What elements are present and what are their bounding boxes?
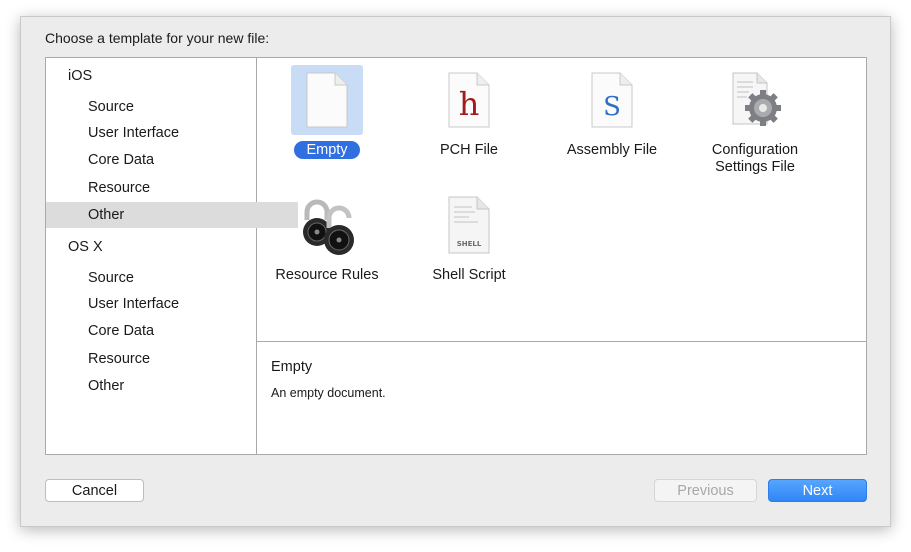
template-panel: iOS Source User Interface Core Data Reso… (45, 57, 867, 455)
sidebar-header-ios[interactable]: iOS (46, 63, 278, 89)
previous-button[interactable]: Previous (654, 479, 757, 502)
description-title: Empty (271, 359, 313, 375)
template-label: Configuration Settings File (685, 142, 825, 176)
empty-document-icon (306, 72, 348, 128)
pch-file-icon: h (448, 72, 490, 128)
template-label: Empty (257, 141, 397, 159)
padlocks-icon (303, 199, 354, 255)
template-icon-container (291, 190, 363, 260)
template-configuration-settings-file[interactable]: Configuration Settings File (685, 58, 825, 182)
template-label-text: Assembly File (566, 142, 658, 158)
template-label-text: Configuration Settings File (711, 142, 799, 175)
template-empty[interactable]: Empty (257, 58, 397, 182)
template-label: Shell Script (399, 267, 539, 284)
template-label: Resource Rules (257, 267, 397, 284)
template-icon-container: S (576, 65, 648, 135)
template-icon-container (719, 65, 791, 135)
template-icon-container: h (433, 65, 505, 135)
template-assembly-file[interactable]: S Assembly File (542, 58, 682, 182)
template-description: Empty An empty document. (257, 342, 866, 454)
template-resource-rules[interactable]: Resource Rules (257, 183, 397, 307)
platform-sidebar: iOS Source User Interface Core Data Reso… (46, 58, 298, 454)
template-label-text: PCH File (439, 142, 498, 158)
template-label: Assembly File (542, 142, 682, 159)
configuration-settings-icon (732, 72, 781, 126)
template-icon-container (291, 65, 363, 135)
template-shell-script[interactable]: SHELL Shell Script (399, 183, 539, 307)
dialog-prompt: Choose a template for your new file: (45, 30, 270, 46)
new-file-dialog: Choose a template for your new file: iOS… (20, 16, 891, 527)
template-label-text: Shell Script (432, 267, 506, 283)
template-pch-file[interactable]: h PCH File (399, 58, 539, 182)
next-button[interactable]: Next (768, 479, 867, 502)
shell-glyph: SHELL (457, 240, 482, 248)
shell-script-icon: SHELL (448, 196, 490, 254)
assembly-glyph: S (603, 92, 621, 122)
template-label-text: Resource Rules (275, 267, 379, 283)
template-label: PCH File (399, 142, 539, 159)
sidebar-header-osx[interactable]: OS X (46, 234, 278, 260)
description-text: An empty document. (271, 386, 386, 400)
template-label-text: Empty (294, 141, 360, 159)
pch-glyph: h (459, 85, 480, 123)
template-icon-container: SHELL (433, 190, 505, 260)
template-grid: Empty h PCH File S Assembly File Configu… (257, 58, 866, 342)
assembly-file-icon: S (591, 72, 633, 128)
cancel-button[interactable]: Cancel (45, 479, 144, 502)
